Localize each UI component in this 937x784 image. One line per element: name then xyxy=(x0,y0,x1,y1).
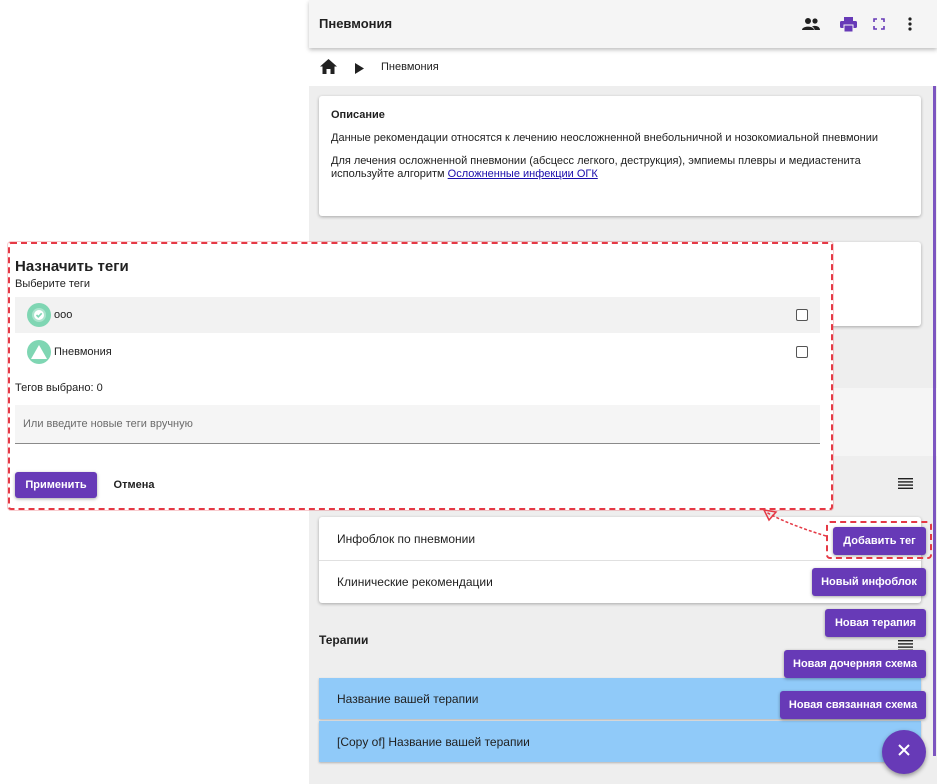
new-linked-scheme-button[interactable]: Новая связанная схема xyxy=(780,691,926,719)
tag-checkbox[interactable] xyxy=(796,309,808,321)
new-therapy-button[interactable]: Новая терапия xyxy=(825,609,926,637)
new-child-scheme-button[interactable]: Новая дочерняя схема xyxy=(784,650,926,678)
top-app-bar: Пневмония xyxy=(309,0,937,48)
warning-triangle-icon xyxy=(27,340,51,364)
tag-row[interactable]: ооо xyxy=(15,297,820,333)
close-icon xyxy=(898,743,910,761)
tag-label: ооо xyxy=(54,309,73,321)
apply-button[interactable]: Применить xyxy=(15,472,97,498)
description-text-1: Данные рекомендации относятся к лечению … xyxy=(331,132,879,144)
new-infoblock-button[interactable]: Новый инфоблок xyxy=(812,568,926,596)
dialog-subtitle: Выберите теги xyxy=(15,278,91,290)
highlight-frame xyxy=(826,521,932,559)
page-title: Пневмония xyxy=(319,16,393,31)
therapies-title: Терапии xyxy=(319,633,369,647)
manual-tags-input[interactable] xyxy=(15,405,820,444)
therapy-label: Название вашей терапии xyxy=(337,691,479,706)
selected-count: Тегов выбрано: 0 xyxy=(15,382,103,394)
dialog-title: Назначить теги xyxy=(15,258,129,275)
therapy-row[interactable]: [Copy of] Название вашей терапии xyxy=(319,721,921,762)
description-title: Описание xyxy=(331,109,385,121)
tag-row[interactable]: Пневмония xyxy=(15,334,820,370)
reorder-icon[interactable] xyxy=(898,476,913,494)
fullscreen-icon[interactable] xyxy=(869,14,889,34)
tag-checkbox[interactable] xyxy=(796,346,808,358)
therapy-label: [Copy of] Название вашей терапии xyxy=(337,734,530,749)
close-fab-button[interactable] xyxy=(882,730,926,774)
home-icon[interactable] xyxy=(320,59,337,79)
assign-tags-dialog: Назначить теги Выберите теги ооо Пневмон… xyxy=(8,242,833,510)
scrollbar[interactable] xyxy=(933,86,936,756)
breadcrumb: Пневмония xyxy=(309,48,937,86)
print-icon[interactable] xyxy=(838,14,858,34)
complicated-infections-link[interactable]: Осложненные инфекции ОГК xyxy=(448,168,598,180)
infoblock-label: Инфоблок по пневмонии xyxy=(337,531,476,546)
description-text-2: Для лечения осложненной пневмонии (абсце… xyxy=(331,155,909,181)
verified-badge-icon xyxy=(27,303,51,327)
play-arrow-icon xyxy=(355,61,364,79)
more-vert-icon[interactable] xyxy=(900,14,920,34)
cancel-button[interactable]: Отмена xyxy=(106,472,162,498)
people-icon[interactable] xyxy=(801,14,821,34)
infoblock-label: Клинические рекомендации xyxy=(337,575,493,589)
description-card: Описание Данные рекомендации относятся к… xyxy=(319,96,921,216)
breadcrumb-current[interactable]: Пневмония xyxy=(381,61,439,73)
tag-label: Пневмония xyxy=(54,346,112,358)
